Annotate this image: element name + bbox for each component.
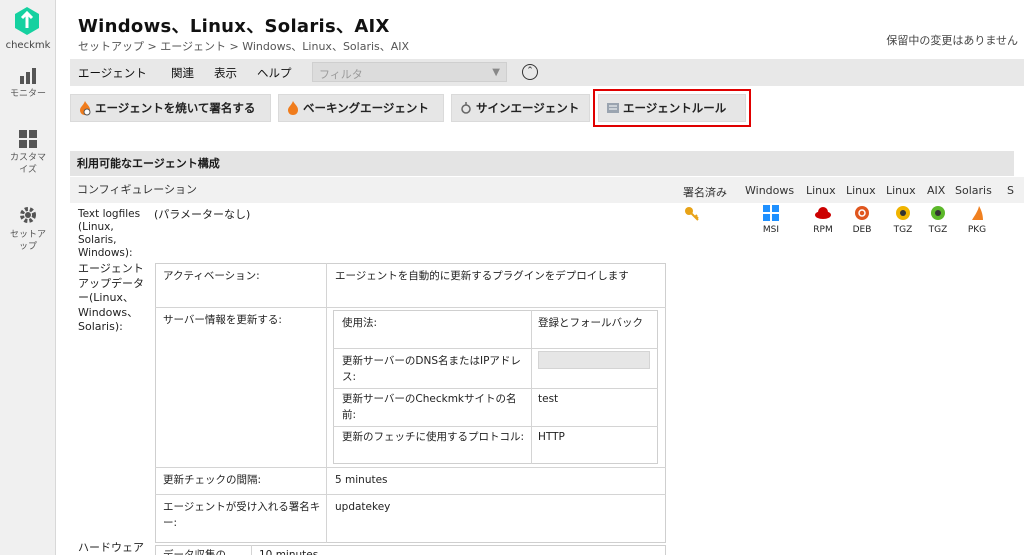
hardware-table	[155, 545, 666, 555]
debian-icon	[855, 206, 869, 220]
package-pkg-label: PKG	[967, 225, 987, 235]
grid-icon	[19, 130, 37, 148]
config-header: コンフィギュレーション	[70, 177, 1024, 203]
collapse-icon[interactable]: ⌃	[522, 64, 538, 80]
gear-icon	[20, 207, 36, 223]
sign-label: サインエージェント	[476, 101, 580, 115]
menu-agent[interactable]: エージェント	[78, 65, 147, 81]
row-text-logfiles-value: (パラメーターなし)	[154, 208, 251, 221]
site-value: test	[538, 393, 559, 405]
fire-sign-icon	[80, 101, 91, 116]
section-title: 利用可能なエージェント構成	[70, 151, 1014, 176]
linux-tgz-icon	[896, 206, 910, 220]
server-info-label: サーバー情報を更新する:	[163, 314, 282, 326]
package-msi[interactable]: MSI	[756, 205, 786, 235]
col-linux-1: Linux	[806, 184, 836, 197]
package-tgz-linux[interactable]: TGZ	[888, 205, 918, 235]
key-value: updatekey	[335, 501, 391, 513]
pending-changes-status[interactable]: 保留中の変更はありません	[886, 32, 1018, 48]
filter-input[interactable]: フィルタ ▼	[312, 62, 507, 82]
dns-label: 更新サーバーのDNS名またはIPアドレス:	[342, 355, 521, 383]
bake-button[interactable]: ベーキングエージェント	[278, 94, 444, 122]
windows-icon	[763, 205, 779, 221]
interval-value: 5 minutes	[335, 474, 388, 486]
row-updater-label: エージェントアップデーター(Linux、Windows、Solaris):	[78, 262, 144, 333]
col-linux-3: Linux	[886, 184, 916, 197]
package-deb-label: DEB	[852, 225, 872, 235]
package-deb[interactable]: DEB	[847, 205, 877, 235]
redhat-icon	[815, 207, 831, 219]
sign-button[interactable]: サインエージェント	[451, 94, 590, 122]
usage-value: 登録とフォールバック	[538, 317, 643, 329]
filter-icon: ▼	[492, 67, 500, 78]
dns-value-field	[538, 351, 650, 369]
activation-value: エージェントを自動的に更新するプラグインをデプロイします	[335, 270, 629, 282]
nav-monitor[interactable]: モニター	[0, 68, 56, 100]
bake-and-sign-button[interactable]: エージェントを焼いて署名する	[70, 94, 271, 122]
col-s: S	[1007, 184, 1014, 197]
key-icon	[685, 207, 699, 221]
row-text-logfiles-label: Text logfiles (Linux, Solaris, Windows):	[78, 208, 141, 259]
key-label: エージェントが受け入れる署名キー:	[163, 501, 321, 529]
col-aix: AIX	[927, 184, 946, 197]
col-signed: 署名済み	[683, 186, 727, 199]
hardware-sub-value: 10 minutes	[259, 549, 319, 555]
sidebar: checkmk モニター カスタマイズ セットアップ	[0, 0, 56, 555]
aix-tgz-icon	[931, 206, 945, 220]
activation-label: アクティベーション:	[163, 270, 260, 282]
col-solaris: Solaris	[955, 184, 992, 197]
checkmk-logo-icon[interactable]	[14, 6, 40, 36]
sign-icon	[461, 102, 471, 114]
bake-label: ベーキングエージェント	[303, 101, 429, 115]
usage-label: 使用法:	[342, 317, 378, 329]
hardware-sub-label: データ収集の	[163, 549, 226, 555]
interval-label: 更新チェックの間隔:	[163, 474, 262, 486]
filter-placeholder: フィルタ	[319, 68, 363, 81]
col-windows: Windows	[745, 184, 795, 197]
config-header-label: コンフィギュレーション	[77, 183, 198, 196]
nav-setup[interactable]: セットアップ	[0, 205, 56, 253]
package-rpm-label: RPM	[813, 225, 833, 235]
package-tgz-linux-label: TGZ	[893, 225, 913, 235]
nav-customize[interactable]: カスタマイズ	[0, 130, 56, 176]
menubar: エージェント 関連 表示 ヘルプ フィルタ ▼ ⌃	[70, 59, 1024, 86]
site-label: 更新サーバーのCheckmkサイトの名前:	[342, 393, 517, 421]
fire-icon	[288, 101, 298, 115]
solaris-icon	[972, 206, 983, 220]
menu-help[interactable]: ヘルプ	[257, 65, 292, 81]
protocol-value: HTTP	[538, 431, 565, 443]
nav-setup-label: セットアップ	[9, 230, 46, 252]
nav-monitor-label: モニター	[9, 89, 46, 99]
package-rpm[interactable]: RPM	[808, 205, 838, 235]
package-tgz-aix[interactable]: TGZ	[923, 205, 953, 235]
protocol-label: 更新のフェッチに使用するプロトコル:	[342, 431, 525, 443]
bake-and-sign-label: エージェントを焼いて署名する	[95, 101, 256, 115]
menu-related[interactable]: 関連	[171, 65, 194, 81]
breadcrumb[interactable]: セットアップ > エージェント > Windows、Linux、Solaris、…	[78, 38, 409, 54]
highlight-frame	[593, 89, 751, 127]
package-tgz-aix-label: TGZ	[928, 225, 948, 235]
col-linux-2: Linux	[846, 184, 876, 197]
row-hardware-label: ハードウェア	[78, 541, 144, 554]
package-msi-label: MSI	[762, 225, 780, 235]
nav-customize-label: カスタマイズ	[9, 153, 46, 175]
logo-text: checkmk	[5, 40, 51, 51]
page-title: Windows、Linux、Solaris、AIX	[78, 16, 390, 37]
bar-chart-icon	[20, 68, 36, 84]
package-pkg[interactable]: PKG	[962, 205, 992, 235]
menu-display[interactable]: 表示	[214, 65, 237, 81]
